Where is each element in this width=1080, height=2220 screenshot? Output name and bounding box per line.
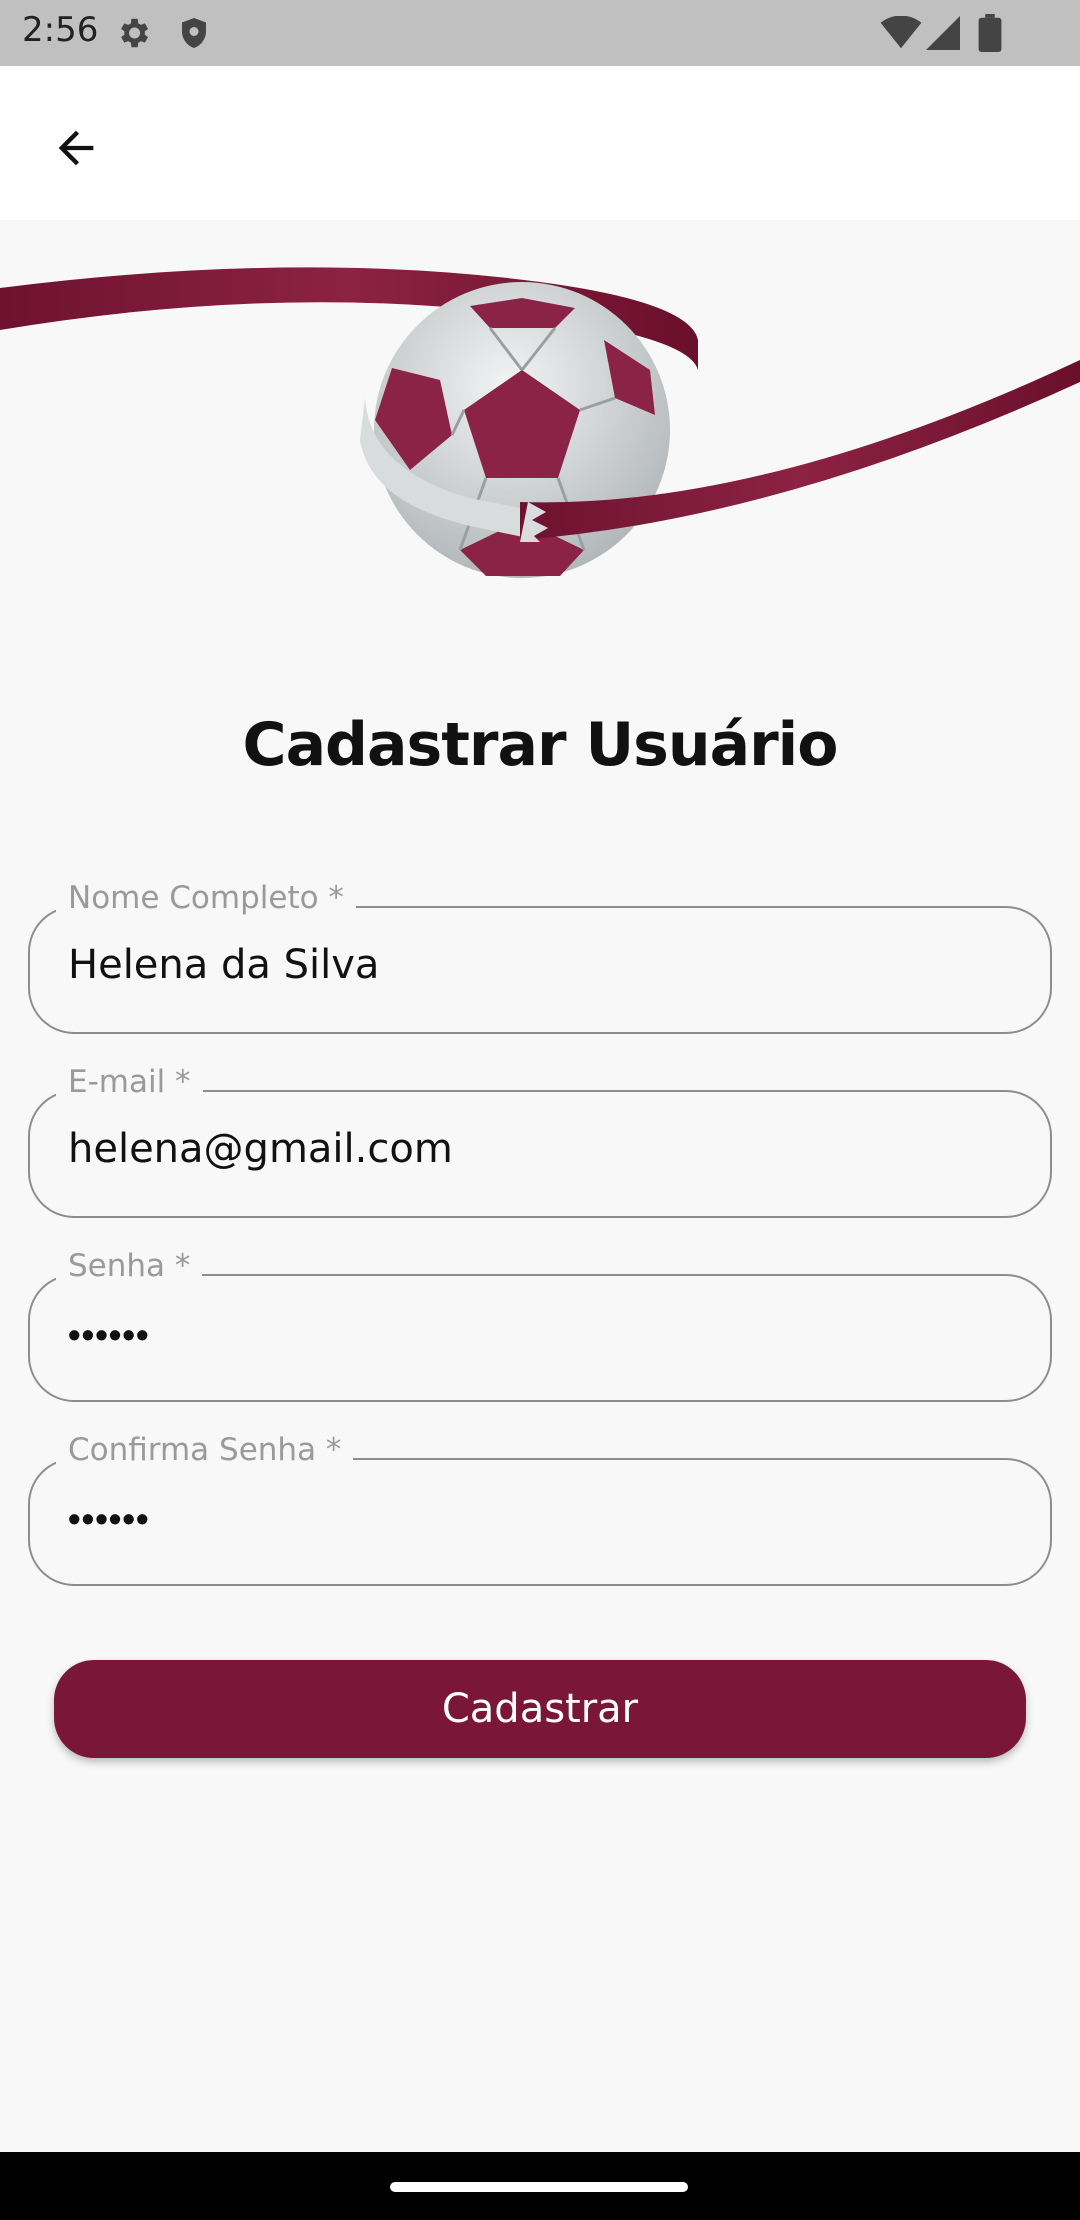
submit-button[interactable]: Cadastrar	[54, 1660, 1026, 1758]
home-indicator[interactable]	[390, 2182, 688, 2192]
app-bar	[0, 66, 1080, 220]
battery-icon	[978, 14, 1002, 57]
status-time: 2:56	[22, 10, 99, 50]
email-field[interactable]: E-mail * helena@gmail.com	[28, 1064, 1052, 1218]
signal-icon	[926, 16, 960, 55]
full-name-field[interactable]: Nome Completo * Helena da Silva	[28, 880, 1052, 1034]
email-value: helena@gmail.com	[68, 1126, 453, 1172]
password-field[interactable]: Senha * ••••••	[28, 1248, 1052, 1402]
email-label: E-mail *	[56, 1064, 203, 1100]
arrow-left-icon	[58, 130, 94, 166]
confirm-password-label: Confirma Senha *	[56, 1432, 354, 1468]
status-bar: 2:56	[0, 0, 1080, 66]
confirm-password-value: ••••••	[68, 1498, 150, 1539]
system-nav-bar	[0, 2152, 1080, 2220]
gear-icon	[114, 14, 152, 57]
soccer-ball-ribbon-icon	[0, 267, 1080, 578]
shield-icon	[176, 14, 212, 57]
full-name-label: Nome Completo *	[56, 880, 356, 916]
password-label: Senha *	[56, 1248, 203, 1284]
wifi-icon	[880, 15, 922, 55]
password-value: ••••••	[68, 1314, 150, 1355]
confirm-password-field[interactable]: Confirma Senha * ••••••	[28, 1432, 1052, 1586]
page-title: Cadastrar Usuário	[242, 710, 839, 780]
hero-logo	[0, 220, 1080, 620]
full-name-value: Helena da Silva	[68, 942, 380, 988]
back-button[interactable]	[36, 108, 116, 188]
